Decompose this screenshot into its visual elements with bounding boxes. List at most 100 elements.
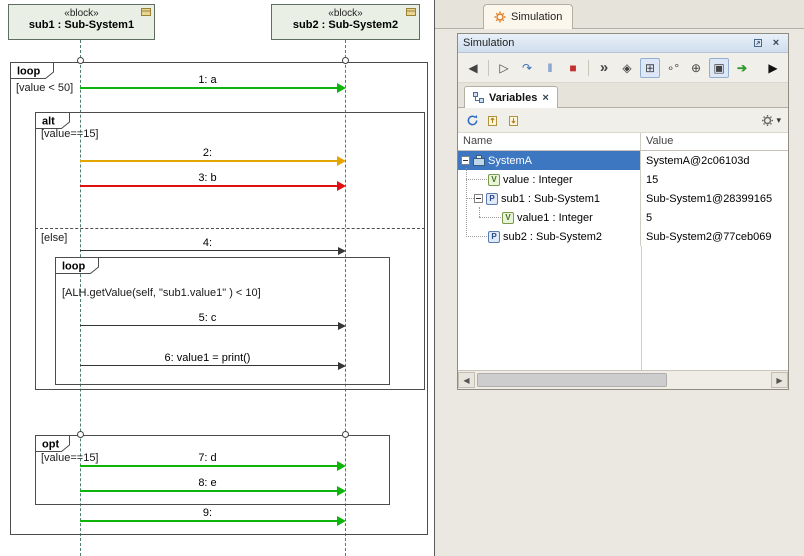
import-variables-icon[interactable] bbox=[507, 113, 521, 127]
lifeline-name: sub1 : Sub-System1 bbox=[9, 19, 154, 31]
step-over-icon[interactable]: ↷ bbox=[517, 58, 537, 78]
arrowhead-icon bbox=[337, 181, 346, 191]
message-3[interactable]: 3: b bbox=[80, 173, 345, 190]
export-run-icon[interactable]: ➔ bbox=[732, 58, 752, 78]
name-cell: V value : Integer bbox=[458, 170, 641, 189]
column-divider bbox=[641, 246, 642, 370]
panel-titlebar: Simulation × bbox=[458, 34, 788, 53]
table-options-button[interactable]: ▾ bbox=[761, 114, 781, 127]
tab-label: Variables bbox=[489, 92, 537, 104]
row-name: value : Integer bbox=[503, 174, 573, 186]
lifeline-head-sub2[interactable]: «block» sub2 : Sub-System2 bbox=[271, 4, 420, 40]
message-7[interactable]: 7: d bbox=[80, 453, 345, 470]
guard-inner-loop[interactable]: [ALH.getValue(self, "sub1.value1" ) < 10… bbox=[62, 287, 261, 299]
message-8[interactable]: 8: e bbox=[80, 478, 345, 495]
value-cell: Sub-System2@77ceb069 bbox=[641, 227, 788, 246]
tab-simulation[interactable]: Simulation bbox=[483, 4, 573, 29]
arrowhead-icon bbox=[338, 362, 346, 370]
horizontal-scrollbar[interactable]: ◀ ▶ bbox=[458, 370, 788, 389]
scrollbar-thumb[interactable] bbox=[477, 373, 667, 387]
row-name: sub2 : Sub-System2 bbox=[503, 231, 602, 243]
table-row[interactable]: P sub1 : Sub-System1 Sub-System1@2839916… bbox=[458, 189, 788, 208]
fragment-operator-tab[interactable]: loop bbox=[55, 257, 100, 275]
guard-alt[interactable]: [value==15] bbox=[41, 128, 99, 140]
close-panel-icon[interactable]: × bbox=[769, 36, 783, 50]
toolbar-more-icon[interactable]: ▶ bbox=[763, 58, 783, 78]
part-property-icon: P bbox=[488, 231, 500, 243]
part-property-icon: P bbox=[486, 193, 498, 205]
row-name: SystemA bbox=[488, 155, 532, 167]
occurrence-circle bbox=[342, 57, 349, 64]
block-icon bbox=[141, 8, 151, 16]
panel-title: Simulation bbox=[463, 37, 747, 49]
toolbar-separator bbox=[588, 60, 589, 76]
collapse-expander-icon[interactable] bbox=[474, 194, 483, 203]
variables-view-icon[interactable]: ⊞ bbox=[640, 58, 660, 78]
row-value: SystemA@2c06103d bbox=[646, 155, 750, 167]
value-property-icon: V bbox=[488, 174, 500, 186]
table-row[interactable]: SystemA SystemA@2c06103d bbox=[458, 151, 788, 170]
arrowhead-icon bbox=[337, 486, 346, 496]
scroll-left-icon[interactable]: ◀ bbox=[458, 372, 475, 388]
message-5[interactable]: 5: c bbox=[80, 313, 345, 330]
scroll-right-icon[interactable]: ▶ bbox=[771, 372, 788, 388]
variables-toolbar: ▾ bbox=[458, 108, 788, 133]
simulation-tabbar: Simulation bbox=[435, 0, 804, 29]
variables-icon bbox=[473, 92, 484, 103]
run-icon[interactable]: ▷ bbox=[494, 58, 514, 78]
arrowhead-icon bbox=[337, 461, 346, 471]
breakpoints-icon[interactable]: ⊕ bbox=[686, 58, 706, 78]
step-back-icon[interactable]: ◀ bbox=[463, 58, 483, 78]
value-property-icon: V bbox=[502, 212, 514, 224]
fragment-operator-tab[interactable]: loop bbox=[10, 62, 55, 80]
guard-else[interactable]: [else] bbox=[41, 232, 67, 244]
guard-outer-loop[interactable]: [value < 50] bbox=[16, 82, 73, 94]
message-2[interactable]: 2: bbox=[80, 148, 345, 165]
occurrence-circle bbox=[77, 431, 84, 438]
arrowhead-icon bbox=[337, 83, 346, 93]
column-header-value[interactable]: Value bbox=[641, 133, 788, 150]
export-variables-icon[interactable] bbox=[486, 113, 500, 127]
message-1[interactable]: 1: a bbox=[80, 75, 345, 92]
stereotype-label: «block» bbox=[9, 8, 154, 19]
lifeline-head-sub1[interactable]: «block» sub1 : Sub-System1 bbox=[8, 4, 155, 40]
row-name: value1 : Integer bbox=[517, 212, 593, 224]
table-row[interactable]: V value1 : Integer 5 bbox=[458, 208, 788, 227]
console-view-icon[interactable]: ▣ bbox=[709, 58, 729, 78]
variables-table-body: SystemA SystemA@2c06103d V value : Integ… bbox=[458, 151, 788, 370]
overflow-chevron-icon[interactable]: » bbox=[594, 58, 614, 78]
variables-table-header: Name Value bbox=[458, 133, 788, 151]
svg-text:loop: loop bbox=[17, 66, 40, 78]
refresh-icon[interactable] bbox=[465, 113, 479, 127]
occurrence-circle bbox=[342, 431, 349, 438]
float-window-icon[interactable] bbox=[751, 36, 765, 50]
table-row[interactable]: V value : Integer 15 bbox=[458, 170, 788, 189]
animation-speed-icon[interactable]: ∘° bbox=[663, 58, 683, 78]
collapse-expander-icon[interactable] bbox=[461, 156, 470, 165]
row-value: 5 bbox=[646, 212, 652, 224]
sequence-diagram: «block» sub1 : Sub-System1 «block» sub2 … bbox=[0, 0, 434, 556]
panel-tabstrip: Variables × bbox=[458, 83, 788, 108]
message-4[interactable]: 4: bbox=[80, 238, 345, 255]
message-9[interactable]: 9: bbox=[80, 508, 345, 525]
fragment-operator-tab[interactable]: opt bbox=[35, 435, 71, 453]
lifeline-name: sub2 : Sub-System2 bbox=[272, 19, 419, 31]
arrowhead-icon bbox=[337, 516, 346, 526]
column-header-name[interactable]: Name bbox=[458, 133, 641, 150]
terminate-icon[interactable]: ■ bbox=[563, 58, 583, 78]
gear-icon bbox=[761, 114, 774, 127]
table-row[interactable]: P sub2 : Sub-System2 Sub-System2@77ceb06… bbox=[458, 227, 788, 246]
arrowhead-icon bbox=[338, 322, 346, 330]
trigger-icon[interactable]: ◈ bbox=[617, 58, 637, 78]
svg-text:loop: loop bbox=[62, 261, 85, 273]
tab-variables[interactable]: Variables × bbox=[464, 86, 558, 108]
message-6[interactable]: 6: value1 = print() bbox=[80, 353, 345, 370]
simulation-toolbar: ◀ ▷ ↷ ‖ ■ » ◈ ⊞ ∘° ⊕ ▣ ➔ ▶ bbox=[458, 53, 788, 83]
toolbar-separator bbox=[488, 60, 489, 76]
value-cell: 15 bbox=[641, 170, 788, 189]
row-value: Sub-System1@28399165 bbox=[646, 193, 772, 205]
close-tab-icon[interactable]: × bbox=[542, 92, 548, 104]
block-instance-icon bbox=[473, 155, 485, 166]
pause-icon[interactable]: ‖ bbox=[540, 58, 560, 78]
row-name: sub1 : Sub-System1 bbox=[501, 193, 600, 205]
